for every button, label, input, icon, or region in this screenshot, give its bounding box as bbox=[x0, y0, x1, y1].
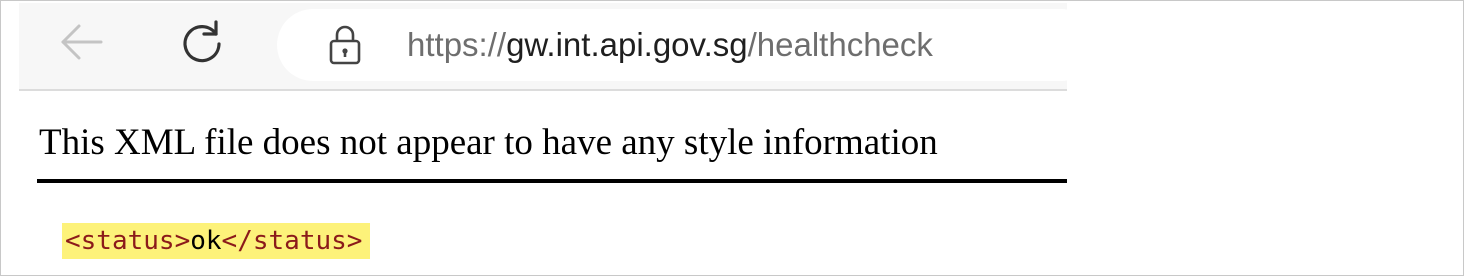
url-path: /healthcheck bbox=[747, 26, 933, 63]
notice-divider bbox=[37, 179, 1067, 183]
browser-toolbar: https://gw.int.api.gov.sg/healthcheck bbox=[19, 3, 1067, 91]
reload-button[interactable] bbox=[177, 17, 227, 67]
url-text[interactable]: https://gw.int.api.gov.sg/healthcheck bbox=[407, 23, 933, 67]
back-button[interactable] bbox=[57, 17, 107, 67]
xml-open-tag: <status> bbox=[65, 226, 191, 256]
reload-icon bbox=[183, 20, 221, 63]
xml-style-notice: This XML file does not appear to have an… bbox=[39, 122, 938, 163]
xml-text-content: ok bbox=[190, 226, 222, 256]
screenshot-frame: https://gw.int.api.gov.sg/healthcheck Th… bbox=[0, 0, 1464, 276]
lock-icon bbox=[329, 25, 361, 65]
address-bar[interactable]: https://gw.int.api.gov.sg/healthcheck bbox=[277, 9, 1067, 81]
url-host: gw.int.api.gov.sg bbox=[506, 26, 748, 63]
url-scheme: https:// bbox=[407, 26, 507, 63]
browser-window: https://gw.int.api.gov.sg/healthcheck Th… bbox=[19, 3, 1067, 275]
xml-status-element: <status>ok</status> bbox=[62, 223, 371, 259]
site-info-button[interactable] bbox=[325, 23, 365, 67]
xml-close-tag: </status> bbox=[221, 226, 363, 256]
back-arrow-icon bbox=[61, 24, 103, 60]
